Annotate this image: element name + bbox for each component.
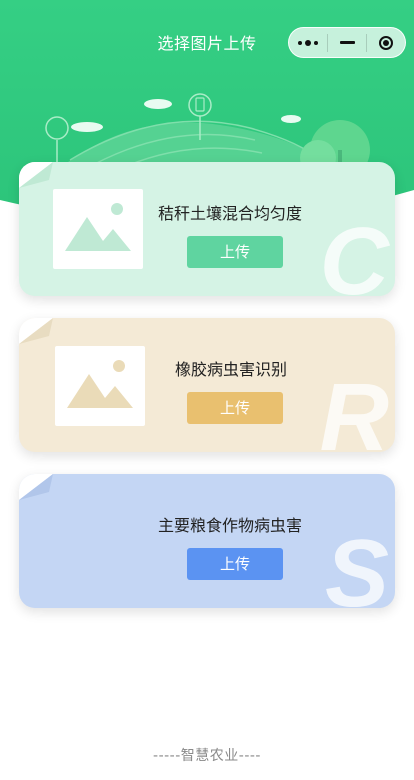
upload-button[interactable]: 上传 [187,236,283,268]
card-title: 秸秆土壤混合均匀度 [158,204,303,223]
footer-text: -----智慧农业---- [153,748,261,764]
card-title: 主要粮食作物病虫害 [158,516,303,535]
minus-icon [339,41,355,44]
miniprogram-capsule [288,27,406,58]
page-fold-icon [19,162,53,188]
image-placeholder-icon [53,189,143,269]
upload-button[interactable]: 上传 [187,548,283,580]
card-straw-soil[interactable]: 秸秆土壤混合均匀度 上传 C [19,162,395,296]
watermark-letter: C [319,208,389,297]
close-button[interactable] [367,28,405,57]
card-title: 橡胶病虫害识别 [175,360,288,379]
more-dots-icon [298,39,319,46]
more-button[interactable] [289,28,327,57]
image-placeholder-icon [55,346,145,426]
upload-button[interactable]: 上传 [187,392,283,424]
card-grain-crops-pest[interactable]: 主要粮食作物病虫害 上传 S [19,474,395,608]
card-rubber-pest[interactable]: 橡胶病虫害识别 上传 R [19,318,395,452]
page-fold-icon [19,318,53,344]
target-icon [378,35,393,50]
minimize-button[interactable] [328,28,366,57]
watermark-letter: R [319,364,389,453]
page-fold-icon [19,474,53,500]
watermark-letter: S [324,520,389,609]
